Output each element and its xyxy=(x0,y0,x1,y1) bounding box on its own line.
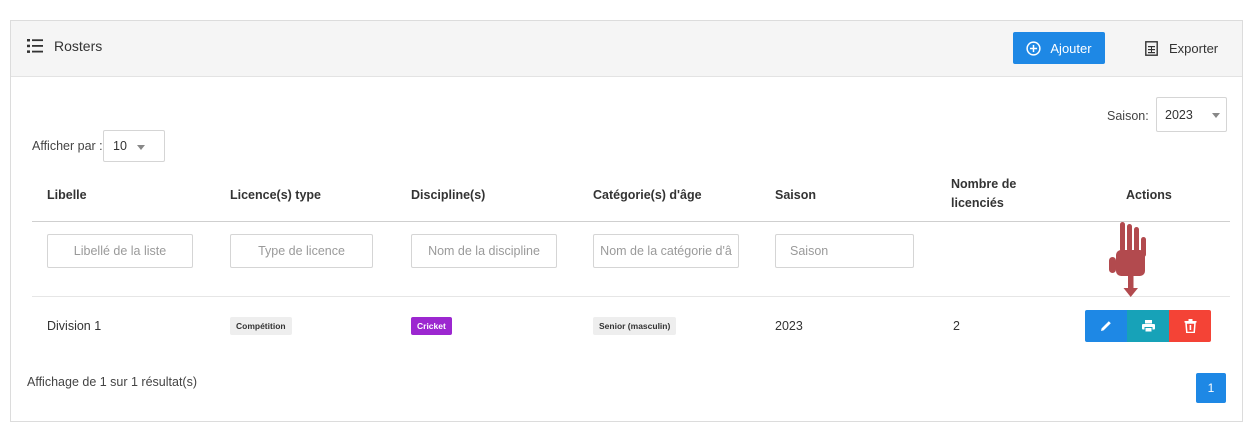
page-title: Rosters xyxy=(54,38,103,54)
discipline-badge: Cricket xyxy=(411,317,452,335)
per-page-select-value: 10 xyxy=(113,139,127,153)
card-header: Rosters Ajouter Exporter xyxy=(11,21,1242,77)
spreadsheet-icon xyxy=(1145,40,1158,56)
column-header-discipline[interactable]: Discipline(s) xyxy=(411,188,485,202)
licence-type-badge: Compétition xyxy=(230,317,292,335)
rosters-card: Rosters Ajouter Exporter Saison: 2023 Af… xyxy=(10,20,1243,422)
clipped-heading xyxy=(0,0,1248,8)
chevron-down-icon xyxy=(137,145,145,150)
chevron-down-icon xyxy=(1212,113,1220,118)
row-saison: 2023 xyxy=(775,319,803,333)
results-summary: Affichage de 1 sur 1 résultat(s) xyxy=(27,375,197,389)
column-header-categorie[interactable]: Catégorie(s) d'âge xyxy=(593,188,702,202)
per-page-select[interactable]: 10 xyxy=(103,130,165,162)
header-title: Rosters xyxy=(27,38,102,54)
filter-categorie-input[interactable]: Nom de la catégorie d'â xyxy=(593,234,739,268)
column-header-libelle[interactable]: Libelle xyxy=(47,188,87,202)
column-header-nombre-line1[interactable]: Nombre de xyxy=(951,177,1016,191)
print-button[interactable] xyxy=(1127,310,1169,342)
add-button-label: Ajouter xyxy=(1050,40,1092,56)
season-label: Saison: xyxy=(1107,109,1149,123)
trash-icon xyxy=(1184,319,1196,333)
export-button[interactable]: Exporter xyxy=(1145,32,1218,64)
add-button[interactable]: Ajouter xyxy=(1013,32,1105,64)
column-header-nombre-line2[interactable]: licenciés xyxy=(951,196,1004,210)
column-header-saison[interactable]: Saison xyxy=(775,188,816,202)
row-libelle: Division 1 xyxy=(47,319,102,333)
export-button-label: Exporter xyxy=(1169,40,1219,56)
filter-licence-type-input[interactable]: Type de licence xyxy=(230,234,373,268)
list-icon xyxy=(27,39,43,53)
printer-icon xyxy=(1141,320,1155,333)
filter-libelle-input[interactable]: Libellé de la liste xyxy=(47,234,193,268)
edit-button[interactable] xyxy=(1085,310,1127,342)
pencil-icon xyxy=(1101,321,1111,331)
column-header-licence-type[interactable]: Licence(s) type xyxy=(230,188,321,202)
add-circle-icon xyxy=(1026,40,1042,56)
row-divider xyxy=(32,296,1230,297)
filter-saison-input[interactable]: Saison xyxy=(775,234,914,268)
filter-discipline-input[interactable]: Nom de la discipline xyxy=(411,234,557,268)
categorie-badge: Senior (masculin) xyxy=(593,317,677,335)
pagination-page-1[interactable]: 1 xyxy=(1196,373,1226,403)
column-header-actions: Actions xyxy=(1126,188,1172,202)
hand-pointer-icon xyxy=(1109,222,1146,297)
per-page-label: Afficher par : xyxy=(32,139,103,153)
header-divider xyxy=(32,221,1230,222)
row-nombre: 2 xyxy=(953,319,960,333)
delete-button[interactable] xyxy=(1169,310,1211,342)
season-select[interactable]: 2023 xyxy=(1156,97,1227,132)
season-select-value: 2023 xyxy=(1165,107,1193,122)
